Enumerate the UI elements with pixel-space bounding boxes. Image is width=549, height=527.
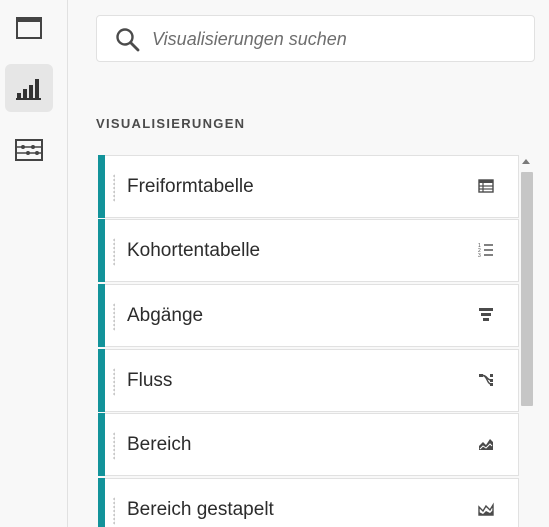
- components-icon: [15, 139, 43, 161]
- list-item-fluss[interactable]: Fluss: [98, 349, 519, 412]
- panel-icon: [16, 17, 42, 39]
- list-item-label: Fluss: [127, 370, 173, 391]
- flow-icon: [478, 372, 494, 393]
- area-chart-icon: [478, 436, 494, 457]
- item-accent: [98, 349, 105, 412]
- drag-handle-icon[interactable]: [113, 432, 115, 460]
- list-item-freiformtabelle[interactable]: Freiformtabelle: [98, 155, 519, 218]
- panels-button[interactable]: [5, 4, 53, 52]
- list-item-label: Bereich gestapelt: [127, 499, 274, 520]
- list-item-label: Bereich: [127, 434, 192, 455]
- table-icon: [478, 178, 494, 199]
- list-item-abgaenge[interactable]: Abgänge: [98, 284, 519, 347]
- item-accent: [98, 219, 105, 282]
- item-accent: [98, 413, 105, 476]
- search-input[interactable]: [152, 22, 522, 56]
- list-item-label: Abgänge: [127, 305, 204, 326]
- list-item-label: Kohortentabelle: [127, 240, 261, 261]
- item-accent: [98, 478, 105, 527]
- numbered-list-icon: 1 2 3: [478, 242, 494, 263]
- list-item-bereich-gestapelt[interactable]: Bereich gestapelt: [98, 478, 519, 527]
- item-accent: [98, 284, 105, 347]
- scrollbar[interactable]: [519, 155, 533, 527]
- search-box[interactable]: [96, 15, 535, 62]
- list-item-bereich[interactable]: Bereich: [98, 413, 519, 476]
- section-title: VISUALISIERUNGEN: [96, 116, 246, 131]
- visualizations-button[interactable]: [5, 64, 53, 112]
- visualizations-icon: [16, 76, 42, 100]
- stacked-area-chart-icon: [478, 501, 494, 522]
- visualizations-panel: VISUALISIERUNGEN Freiformtabelle Kohorte…: [68, 0, 549, 527]
- list-item-kohortentabelle[interactable]: Kohortentabelle 1 2 3: [98, 219, 519, 282]
- drag-handle-icon[interactable]: [113, 174, 115, 202]
- drag-handle-icon[interactable]: [113, 303, 115, 331]
- scrollbar-thumb[interactable]: [521, 172, 533, 406]
- list-item-label: Freiformtabelle: [127, 176, 254, 197]
- left-rail: [0, 0, 68, 527]
- drag-handle-icon[interactable]: [113, 238, 115, 266]
- drag-handle-icon[interactable]: [113, 368, 115, 396]
- components-button[interactable]: [5, 126, 53, 174]
- search-icon: [115, 27, 141, 58]
- drag-handle-icon[interactable]: [113, 497, 115, 525]
- funnel-icon: [478, 307, 494, 328]
- item-accent: [98, 155, 105, 218]
- visualizations-list: Freiformtabelle Kohortentabelle 1 2 3 Ab…: [98, 155, 519, 527]
- scroll-up-icon[interactable]: [522, 159, 530, 164]
- svg-text:3: 3: [478, 253, 481, 258]
